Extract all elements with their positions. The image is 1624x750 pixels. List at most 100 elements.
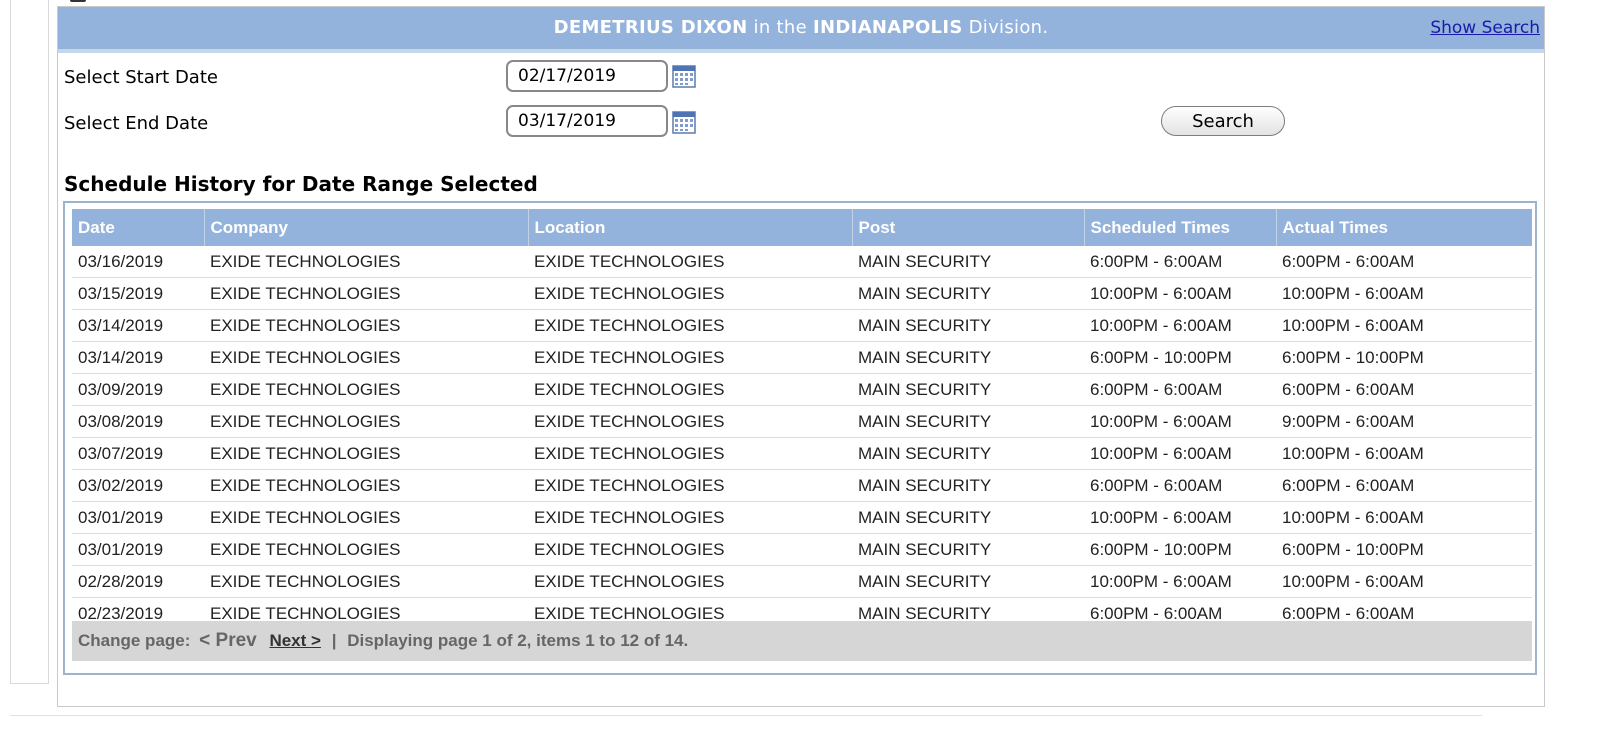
calendar-icon[interactable] bbox=[672, 64, 696, 88]
cell-location: EXIDE TECHNOLOGIES bbox=[528, 501, 852, 534]
cell-post: MAIN SECURITY bbox=[852, 501, 1084, 534]
cell-post: MAIN SECURITY bbox=[852, 277, 1084, 310]
search-button[interactable]: Search bbox=[1161, 106, 1285, 136]
table-row: 03/14/2019 EXIDE TECHNOLOGIES EXIDE TECHNO… bbox=[72, 309, 1532, 342]
cell-actual-times: 6:00PM - 6:00AM bbox=[1276, 246, 1532, 278]
cell-date: 02/28/2019 bbox=[72, 565, 204, 598]
cell-date: 03/01/2019 bbox=[72, 533, 204, 566]
start-date-input[interactable] bbox=[506, 60, 668, 92]
header-connector: in the bbox=[753, 17, 807, 38]
schedule-grid: Date Company Location Post Scheduled Tim… bbox=[63, 201, 1537, 675]
start-date-label: Select Start Date bbox=[64, 67, 218, 88]
cell-company: EXIDE TECHNOLOGIES bbox=[204, 277, 528, 310]
table-row: 02/28/2019 EXIDE TECHNOLOGIES EXIDE TECHNO… bbox=[72, 565, 1532, 598]
cell-scheduled-times: 10:00PM - 6:00AM bbox=[1084, 501, 1276, 534]
table-row: 03/02/2019 EXIDE TECHNOLOGIES EXIDE TECHNO… bbox=[72, 469, 1532, 502]
pager: Change page: < Prev Next > | Displaying … bbox=[72, 621, 1532, 661]
header-suffix: Division. bbox=[968, 17, 1049, 38]
column-header-company[interactable]: Company bbox=[204, 209, 529, 246]
change-page-label: Change page: bbox=[78, 631, 191, 650]
table-row: 03/15/2019 EXIDE TECHNOLOGIES EXIDE TECHNO… bbox=[72, 277, 1532, 310]
cell-scheduled-times: 10:00PM - 6:00AM bbox=[1084, 437, 1276, 470]
prev-page-link[interactable]: < Prev bbox=[199, 630, 257, 651]
table-row: 03/01/2019 EXIDE TECHNOLOGIES EXIDE TECHNO… bbox=[72, 533, 1532, 566]
table-row: 03/09/2019 EXIDE TECHNOLOGIES EXIDE TECHNO… bbox=[72, 373, 1532, 406]
cell-location: EXIDE TECHNOLOGIES bbox=[528, 341, 852, 374]
cell-company: EXIDE TECHNOLOGIES bbox=[204, 309, 528, 342]
table-row: 03/16/2019 EXIDE TECHNOLOGIES EXIDE TECHNO… bbox=[72, 246, 1532, 278]
cell-actual-times: 9:00PM - 6:00AM bbox=[1276, 405, 1532, 438]
top-edge-fragment bbox=[70, 0, 86, 2]
cell-company: EXIDE TECHNOLOGIES bbox=[204, 373, 528, 406]
cell-company: EXIDE TECHNOLOGIES bbox=[204, 246, 528, 278]
cell-post: MAIN SECURITY bbox=[852, 246, 1084, 278]
cell-actual-times: 10:00PM - 6:00AM bbox=[1276, 277, 1532, 310]
cell-actual-times: 6:00PM - 10:00PM bbox=[1276, 341, 1532, 374]
cell-location: EXIDE TECHNOLOGIES bbox=[528, 437, 852, 470]
cell-scheduled-times: 10:00PM - 6:00AM bbox=[1084, 405, 1276, 438]
end-date-input[interactable] bbox=[506, 105, 668, 137]
cell-actual-times: 6:00PM - 10:00PM bbox=[1276, 533, 1532, 566]
cell-actual-times: 10:00PM - 6:00AM bbox=[1276, 309, 1532, 342]
table-row: 03/14/2019 EXIDE TECHNOLOGIES EXIDE TECHNO… bbox=[72, 341, 1532, 374]
table-row: 03/07/2019 EXIDE TECHNOLOGIES EXIDE TECHNO… bbox=[72, 437, 1532, 470]
bottom-divider bbox=[10, 715, 1482, 716]
cell-post: MAIN SECURITY bbox=[852, 405, 1084, 438]
cell-location: EXIDE TECHNOLOGIES bbox=[528, 373, 852, 406]
cell-location: EXIDE TECHNOLOGIES bbox=[528, 533, 852, 566]
division-name: INDIANAPOLIS bbox=[813, 17, 963, 38]
next-page-link[interactable]: Next > bbox=[269, 631, 321, 650]
cell-scheduled-times: 6:00PM - 10:00PM bbox=[1084, 341, 1276, 374]
cell-date: 03/14/2019 bbox=[72, 341, 204, 374]
cell-date: 03/07/2019 bbox=[72, 437, 204, 470]
cell-post: MAIN SECURITY bbox=[852, 565, 1084, 598]
cell-company: EXIDE TECHNOLOGIES bbox=[204, 469, 528, 502]
cell-date: 03/01/2019 bbox=[72, 501, 204, 534]
cell-company: EXIDE TECHNOLOGIES bbox=[204, 341, 528, 374]
pager-status: Displaying page 1 of 2, items 1 to 12 of… bbox=[347, 631, 689, 650]
cell-actual-times: 10:00PM - 6:00AM bbox=[1276, 565, 1532, 598]
cell-company: EXIDE TECHNOLOGIES bbox=[204, 437, 528, 470]
cell-location: EXIDE TECHNOLOGIES bbox=[528, 405, 852, 438]
show-search-link[interactable]: Show Search bbox=[1430, 7, 1540, 49]
pager-separator: | bbox=[331, 631, 337, 650]
cell-scheduled-times: 6:00PM - 6:00AM bbox=[1084, 373, 1276, 406]
end-date-label: Select End Date bbox=[64, 113, 209, 134]
header-title: DEMETRIUS DIXON in the INDIANAPOLIS Divi… bbox=[58, 7, 1544, 49]
cell-scheduled-times: 6:00PM - 10:00PM bbox=[1084, 533, 1276, 566]
cell-location: EXIDE TECHNOLOGIES bbox=[528, 469, 852, 502]
cell-post: MAIN SECURITY bbox=[852, 373, 1084, 406]
left-rail bbox=[10, 0, 49, 684]
cell-scheduled-times: 10:00PM - 6:00AM bbox=[1084, 565, 1276, 598]
cell-company: EXIDE TECHNOLOGIES bbox=[204, 533, 528, 566]
cell-actual-times: 10:00PM - 6:00AM bbox=[1276, 437, 1532, 470]
cell-date: 03/14/2019 bbox=[72, 309, 204, 342]
cell-location: EXIDE TECHNOLOGIES bbox=[528, 309, 852, 342]
cell-location: EXIDE TECHNOLOGIES bbox=[528, 277, 852, 310]
cell-date: 03/16/2019 bbox=[72, 246, 204, 278]
column-header-location[interactable]: Location bbox=[528, 209, 853, 246]
cell-company: EXIDE TECHNOLOGIES bbox=[204, 565, 528, 598]
employee-name: DEMETRIUS DIXON bbox=[553, 17, 748, 38]
cell-post: MAIN SECURITY bbox=[852, 437, 1084, 470]
cell-scheduled-times: 6:00PM - 6:00AM bbox=[1084, 246, 1276, 278]
column-header-date[interactable]: Date bbox=[72, 209, 205, 246]
cell-date: 03/08/2019 bbox=[72, 405, 204, 438]
column-header-actual-times[interactable]: Actual Times bbox=[1276, 209, 1532, 246]
cell-scheduled-times: 10:00PM - 6:00AM bbox=[1084, 277, 1276, 310]
cell-date: 03/09/2019 bbox=[72, 373, 204, 406]
column-header-post[interactable]: Post bbox=[852, 209, 1085, 246]
cell-scheduled-times: 10:00PM - 6:00AM bbox=[1084, 309, 1276, 342]
table-row: 03/08/2019 EXIDE TECHNOLOGIES EXIDE TECHNO… bbox=[72, 405, 1532, 438]
calendar-icon[interactable] bbox=[672, 110, 696, 134]
table-header-row: Date Company Location Post Scheduled Tim… bbox=[72, 209, 1532, 246]
cell-location: EXIDE TECHNOLOGIES bbox=[528, 246, 852, 278]
header-bar: DEMETRIUS DIXON in the INDIANAPOLIS Divi… bbox=[58, 7, 1544, 53]
cell-scheduled-times: 6:00PM - 6:00AM bbox=[1084, 469, 1276, 502]
cell-date: 03/02/2019 bbox=[72, 469, 204, 502]
column-header-scheduled-times[interactable]: Scheduled Times bbox=[1084, 209, 1277, 246]
cell-post: MAIN SECURITY bbox=[852, 341, 1084, 374]
cell-company: EXIDE TECHNOLOGIES bbox=[204, 501, 528, 534]
cell-post: MAIN SECURITY bbox=[852, 469, 1084, 502]
cell-location: EXIDE TECHNOLOGIES bbox=[528, 565, 852, 598]
